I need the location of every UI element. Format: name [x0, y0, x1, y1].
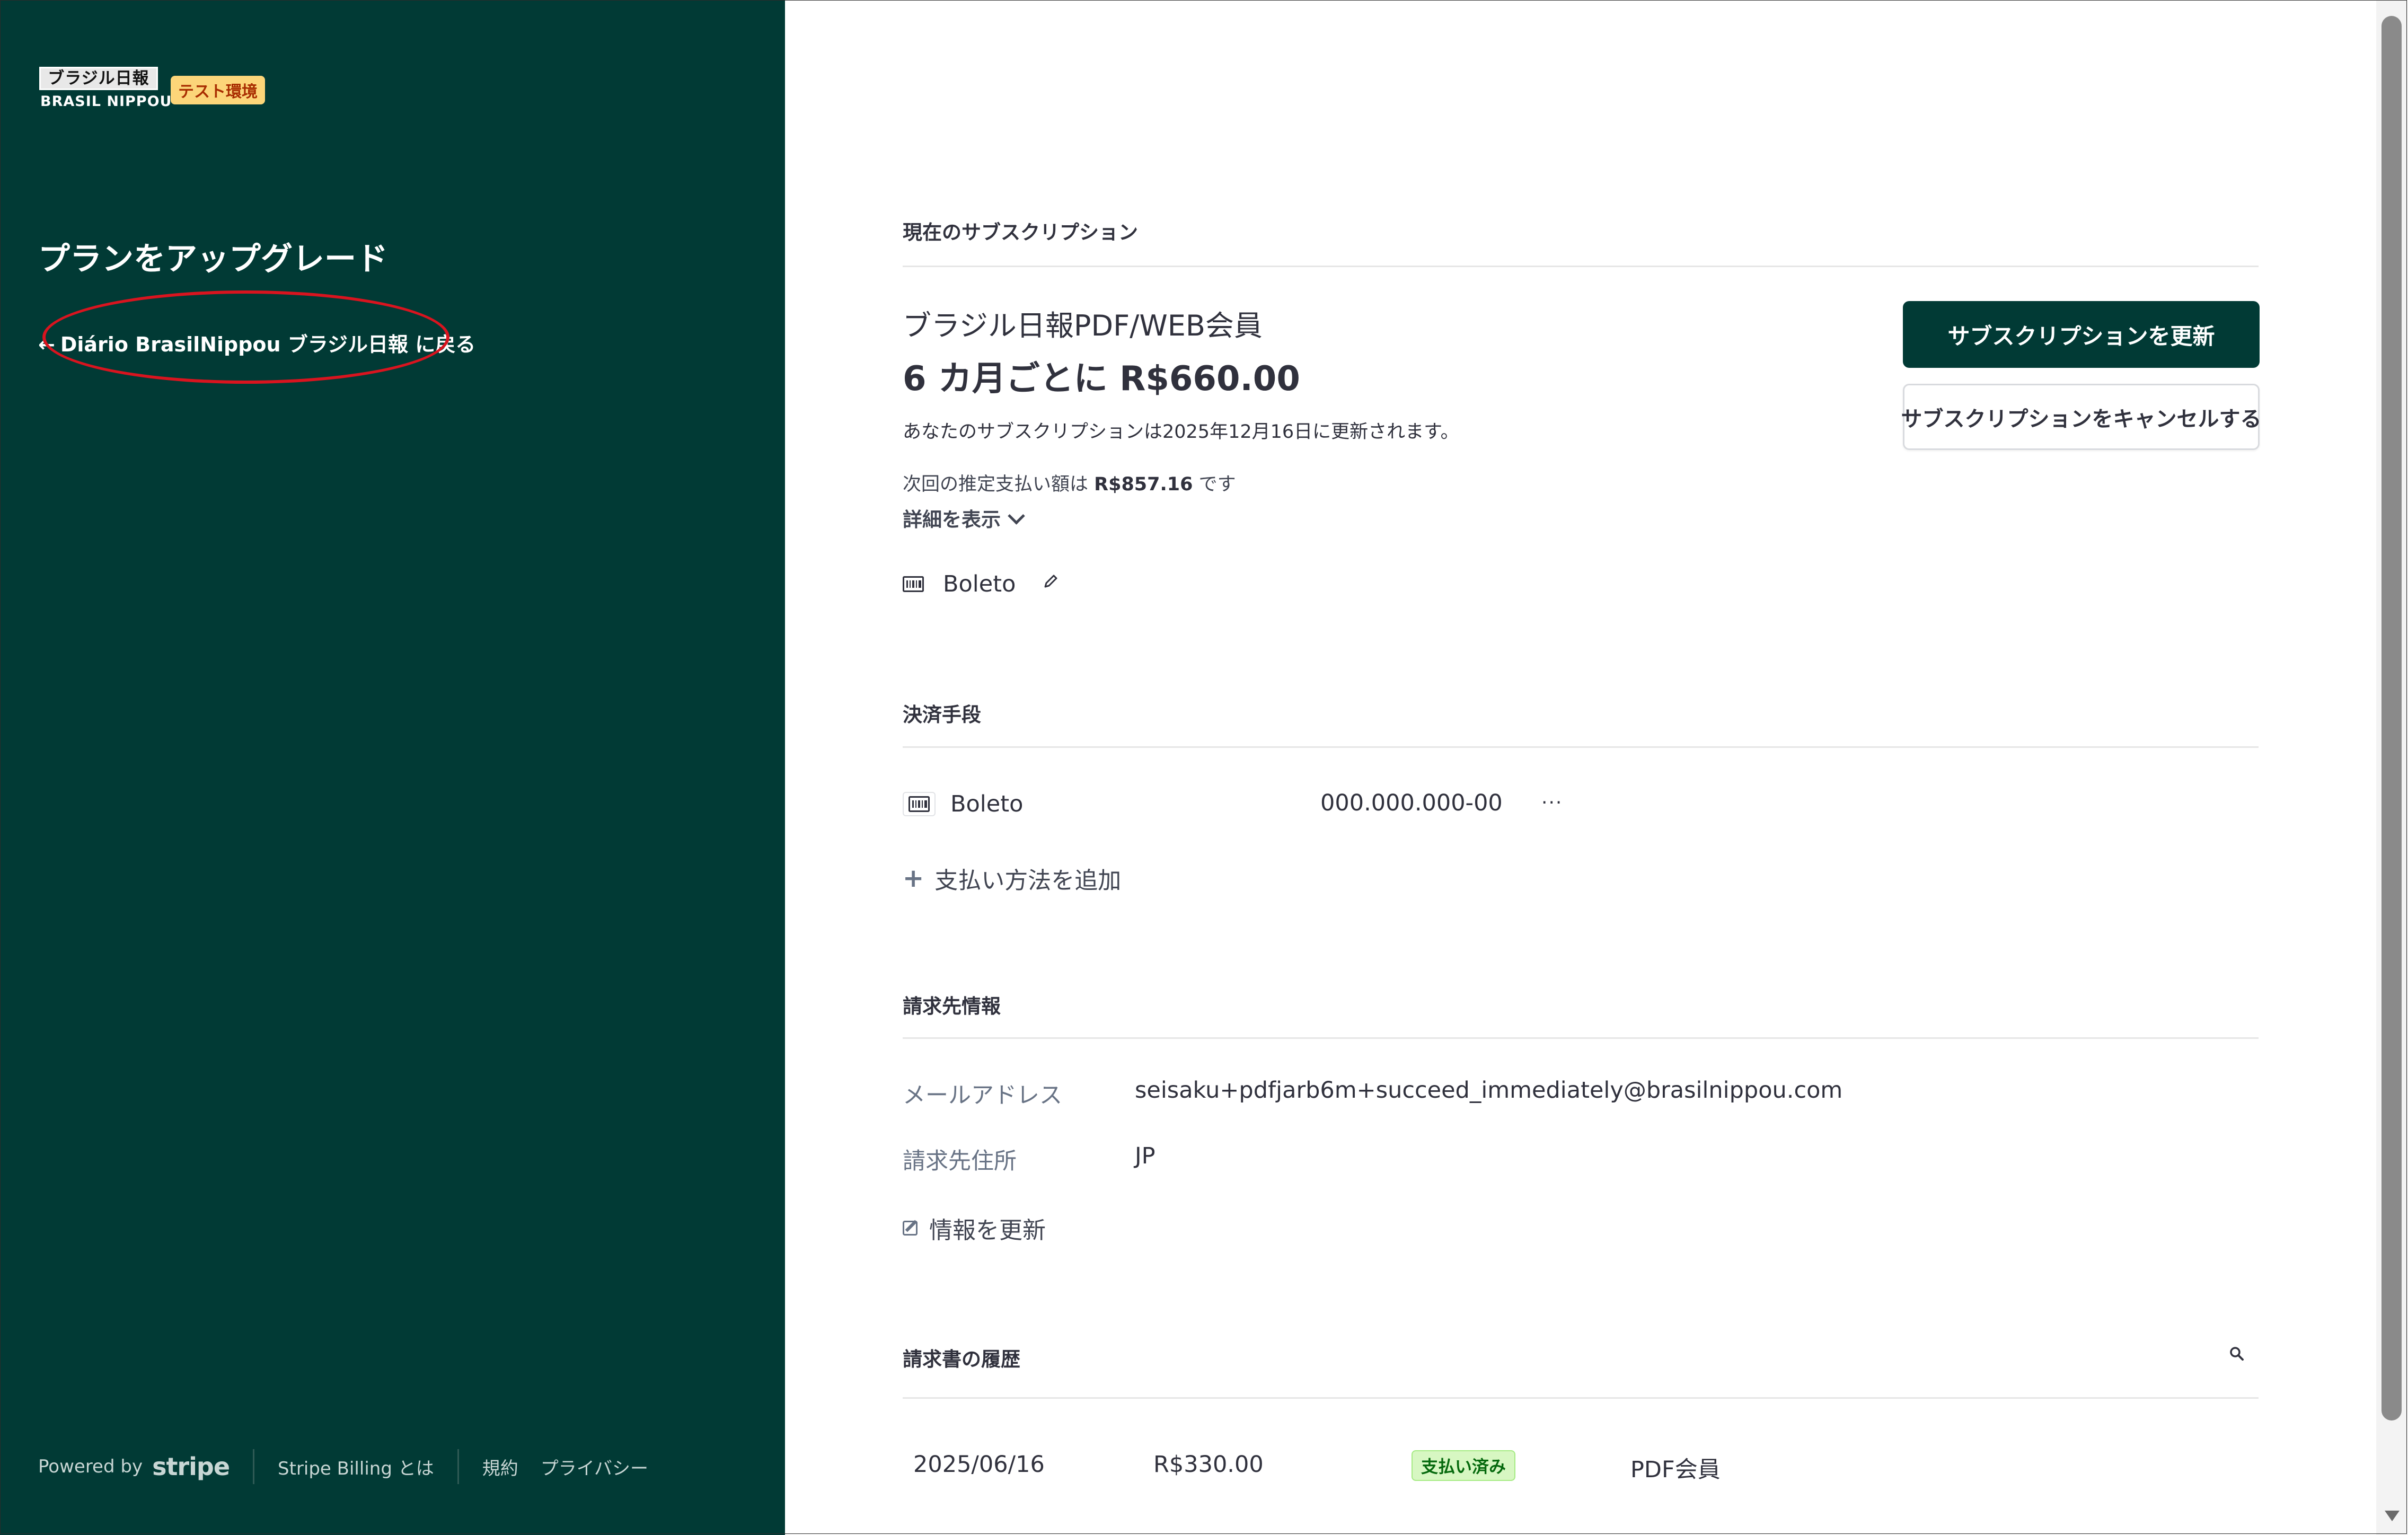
- email-label: メールアドレス: [903, 1082, 1062, 1109]
- email-value: seisaku+pdfjarb6m+succeed_immediately@br…: [1135, 1077, 1843, 1104]
- billing-address-value: JP: [1135, 1143, 1156, 1169]
- subscription-section-label: 現在のサブスクリプション: [903, 221, 1138, 244]
- page-title: プランをアップグレード: [38, 241, 388, 278]
- powered-by-stripe[interactable]: Powered by stripe: [38, 1452, 230, 1481]
- scrollbar-thumb[interactable]: [2381, 16, 2402, 1421]
- payment-method-tax-id: 000.000.000-00: [1320, 790, 1503, 816]
- test-environment-badge: テスト環境: [171, 76, 265, 104]
- show-details-label: 詳細を表示: [903, 508, 1001, 531]
- privacy-link[interactable]: プライバシー: [541, 1454, 648, 1480]
- divider: [903, 746, 2259, 748]
- brasil-nippou-logo[interactable]: ブラジル日報 BRASIL NIPPOU: [38, 67, 172, 110]
- add-payment-method-button[interactable]: + 支払い方法を追加: [903, 861, 1121, 895]
- divider: [903, 1397, 2259, 1399]
- update-billing-info-button[interactable]: 情報を更新: [903, 1211, 1046, 1245]
- payment-method-name: Boleto: [950, 791, 1024, 817]
- boleto-icon: [908, 796, 930, 812]
- boleto-icon: [903, 576, 924, 592]
- paid-status-badge: 支払い済み: [1412, 1450, 1516, 1481]
- next-payment-text: 次回の推定支払い額は R$857.16 です: [903, 469, 1236, 496]
- invoice-date: 2025/06/16: [913, 1451, 1045, 1478]
- footer-divider: [253, 1449, 255, 1484]
- renewal-text: あなたのサブスクリプションは2025年12月16日に更新されます。: [903, 421, 1459, 443]
- plan-name: ブラジル日報PDF/WEB会員: [903, 309, 1263, 342]
- chevron-down-icon: [1008, 507, 1025, 525]
- back-link-label: Diário BrasilNippou ブラジル日報 に戻る: [60, 333, 476, 356]
- cancel-subscription-button[interactable]: サブスクリプションをキャンセルする: [1901, 384, 2262, 450]
- back-arrow-icon: ←: [38, 333, 55, 356]
- brand: ブラジル日報 BRASIL NIPPOU テスト環境: [38, 67, 265, 110]
- show-details-toggle[interactable]: 詳細を表示: [903, 504, 1025, 532]
- footer: Powered by stripe Stripe Billing とは 規約 プ…: [38, 1449, 648, 1484]
- update-subscription-button[interactable]: サブスクリプションを更新: [1903, 301, 2260, 368]
- add-payment-method-label: 支払い方法を追加: [934, 867, 1122, 894]
- edit-icon: [903, 1221, 918, 1236]
- payment-methods-section-label: 決済手段: [903, 703, 981, 726]
- more-options-icon[interactable]: ···: [1541, 792, 1563, 814]
- edit-payment-method-pencil-icon[interactable]: [1043, 573, 1059, 589]
- update-info-label: 情報を更新: [929, 1217, 1046, 1244]
- left-panel: ブラジル日報 BRASIL NIPPOU テスト環境 プランをアップグレード ←…: [0, 0, 785, 1535]
- subscription-payment-method-label: Boleto: [943, 571, 1016, 597]
- plus-icon: +: [903, 863, 924, 893]
- stripe-logo: stripe: [152, 1452, 230, 1481]
- powered-by-label: Powered by: [38, 1456, 143, 1477]
- stripe-billing-link[interactable]: Stripe Billing とは: [278, 1454, 434, 1480]
- next-payment-suffix: です: [1193, 474, 1236, 495]
- next-payment-prefix: 次回の推定支払い額は: [903, 474, 1095, 495]
- invoice-history-section-label: 請求書の履歴: [903, 1348, 1020, 1371]
- logo-text-jp: ブラジル日報: [39, 67, 158, 90]
- billing-address-label: 請求先住所: [903, 1148, 1017, 1175]
- back-link[interactable]: ← Diário BrasilNippou ブラジル日報 に戻る: [38, 328, 475, 357]
- next-payment-amount: R$857.16: [1094, 474, 1193, 495]
- terms-link[interactable]: 規約: [482, 1454, 518, 1480]
- subscription-payment-method: Boleto: [903, 571, 1016, 597]
- invoice-amount: R$330.00: [1153, 1451, 1264, 1478]
- boleto-card-icon: [903, 792, 936, 816]
- divider: [903, 1037, 2259, 1039]
- search-icon[interactable]: [2229, 1346, 2244, 1361]
- vertical-scrollbar[interactable]: [2376, 0, 2408, 1535]
- plan-price: 6 カ月ごとに R$660.00: [903, 359, 1300, 399]
- billing-info-section-label: 請求先情報: [903, 995, 1001, 1018]
- divider: [903, 266, 2259, 267]
- footer-divider: [457, 1449, 459, 1484]
- logo-text-en: BRASIL NIPPOU: [40, 93, 172, 110]
- invoice-description: PDF会員: [1630, 1457, 1721, 1483]
- payment-method-row: Boleto: [903, 791, 1023, 817]
- scroll-down-arrow-icon[interactable]: [2385, 1511, 2400, 1521]
